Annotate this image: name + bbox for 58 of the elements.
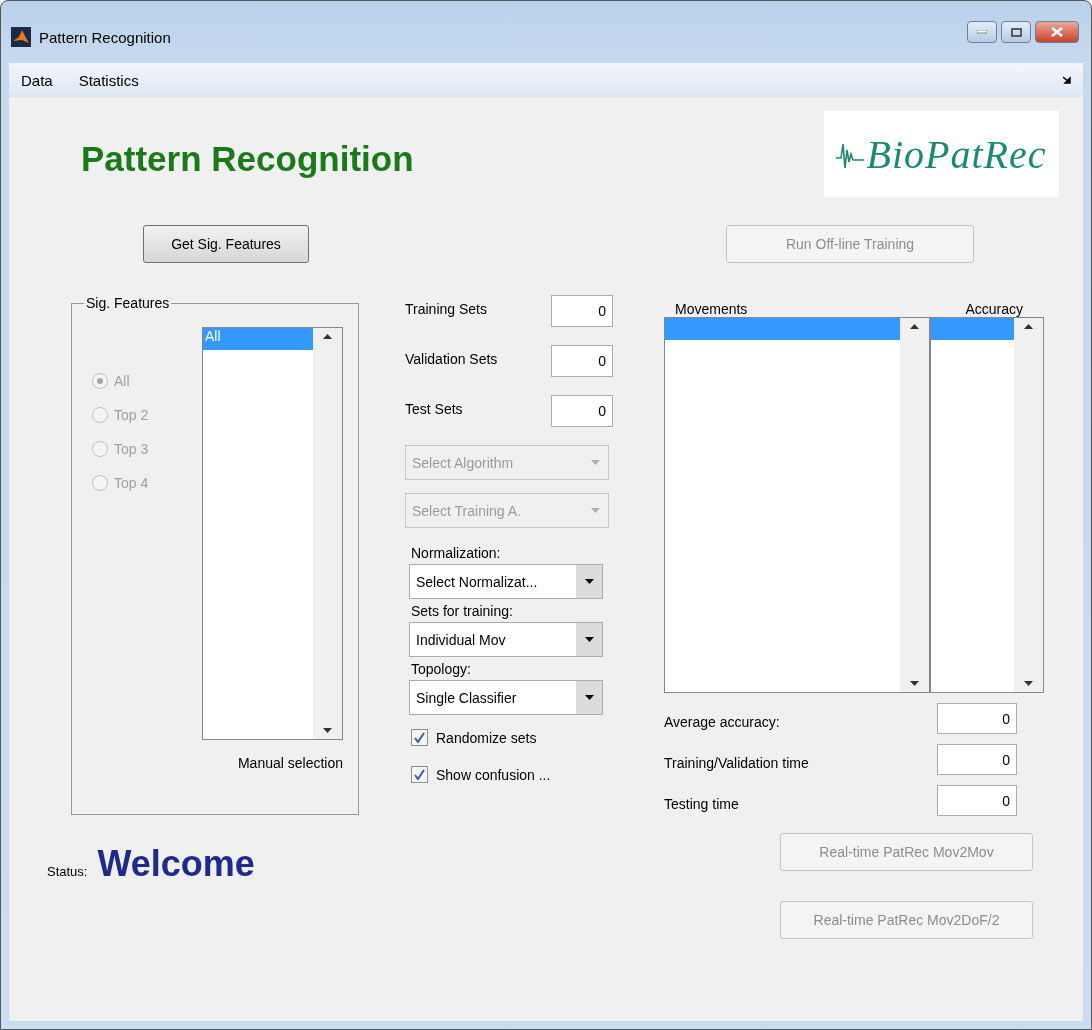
list-caption: Manual selection	[237, 755, 343, 771]
radio-label: All	[114, 373, 130, 389]
group-title: Sig. Features	[85, 295, 171, 311]
minimize-icon	[977, 30, 987, 34]
accuracy-list[interactable]	[930, 317, 1044, 693]
dropdown-label: Sets for training:	[411, 603, 514, 619]
radio-label: Top 4	[114, 475, 149, 491]
window-title: Pattern Recognition	[39, 28, 171, 46]
maximize-button[interactable]	[1001, 21, 1031, 43]
caret-icon[interactable]	[584, 695, 594, 700]
dropdown[interactable]: Select Normalizat...	[409, 564, 603, 599]
scroll-down-icon[interactable]	[1024, 681, 1033, 686]
logo: BioPatRec	[824, 111, 1059, 197]
dropdown-label: Topology:	[411, 661, 472, 677]
close-icon	[1051, 27, 1063, 37]
checkbox[interactable]	[411, 729, 428, 746]
dropdown-label: Normalization:	[411, 545, 502, 561]
field-label: Test Sets	[405, 400, 463, 417]
scroll-down-icon[interactable]	[323, 728, 332, 733]
number-field[interactable]: 0	[551, 395, 613, 427]
maximize-icon	[1010, 27, 1022, 37]
field-label: Validation Sets	[405, 350, 498, 367]
column-header: Movements	[675, 300, 748, 317]
metric-label: Testing time	[664, 794, 739, 812]
scroll-down-icon[interactable]	[910, 681, 919, 686]
metric-field[interactable]: 0	[937, 703, 1017, 734]
checkbox-label: Randomize sets	[436, 729, 537, 746]
caret-icon[interactable]	[584, 637, 594, 642]
column-header: Accuracy	[965, 300, 1023, 317]
scroll-up-icon[interactable]	[910, 324, 919, 329]
number-field[interactable]: 0	[551, 345, 613, 377]
close-button[interactable]	[1035, 21, 1079, 43]
menu-item[interactable]: Statistics	[78, 71, 139, 89]
check-icon	[414, 732, 425, 743]
dropdown[interactable]: Single Classifier	[409, 680, 603, 715]
scroll-up-icon[interactable]	[323, 334, 332, 339]
menu-item[interactable]: Data	[21, 71, 53, 89]
metric-field[interactable]: 0	[937, 744, 1017, 775]
status-label: Status:	[47, 864, 88, 879]
metric-label: Average accuracy:	[664, 712, 780, 730]
dock-arrow-icon[interactable]	[1063, 76, 1071, 84]
field-label: Training Sets	[405, 300, 487, 317]
scroll-up-icon[interactable]	[1024, 324, 1033, 329]
checkbox-label: Show confusion ...	[436, 766, 551, 783]
metric-label: Training/Validation time	[664, 753, 809, 771]
get-features-button[interactable]: Get Sig. Features	[143, 225, 309, 263]
page-heading: Pattern Recognition	[81, 139, 414, 179]
metric-field[interactable]: 0	[937, 785, 1017, 816]
minimize-button[interactable]	[967, 21, 997, 43]
radio-label: Top 3	[114, 441, 149, 457]
dropdown[interactable]: Individual Mov	[409, 622, 603, 657]
check-icon	[414, 769, 425, 780]
number-field[interactable]: 0	[551, 295, 613, 327]
caret-icon[interactable]	[584, 579, 594, 584]
radio-label: Top 2	[114, 407, 149, 423]
checkbox[interactable]	[411, 766, 428, 783]
app-icon	[11, 27, 31, 47]
status-message: Welcome	[97, 843, 255, 885]
